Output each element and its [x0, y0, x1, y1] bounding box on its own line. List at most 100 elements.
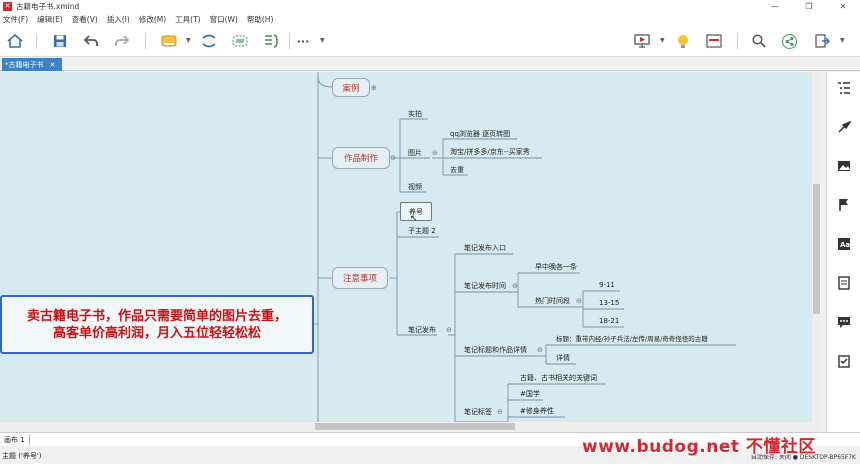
- right-side-panel: Aa: [826, 72, 860, 432]
- document-tab-bar: *古籍电子书 ✕: [0, 57, 860, 71]
- topic-case-label: 案例: [342, 83, 360, 94]
- horizontal-scrollbar[interactable]: [0, 422, 821, 431]
- save-icon[interactable]: [51, 32, 69, 50]
- relationship-icon[interactable]: [200, 32, 218, 50]
- presentation-dropdown-icon[interactable]: ▼: [660, 37, 665, 44]
- image-child-3[interactable]: 去重: [450, 166, 464, 175]
- menu-view[interactable]: 查看(V): [72, 14, 98, 25]
- collapse-toggle-icon[interactable]: ⊖: [390, 154, 396, 162]
- window-controls: — ❐ ✕: [758, 0, 860, 13]
- search-icon[interactable]: [750, 32, 768, 50]
- topic-works[interactable]: 作品制作: [332, 147, 390, 169]
- menu-help[interactable]: 帮助(H): [247, 14, 274, 25]
- sheet-tab-label: 画布 1: [4, 436, 25, 444]
- topic-notes[interactable]: 注意事项: [332, 267, 388, 289]
- minimize-button[interactable]: —: [758, 0, 792, 13]
- image-child-2[interactable]: 淘宝/拼多多/京东--买家秀: [450, 148, 530, 157]
- tab-document-label: *古籍电子书: [5, 60, 44, 69]
- home-icon[interactable]: [6, 32, 24, 50]
- time-hot[interactable]: 热门时间段: [535, 297, 570, 306]
- menu-file[interactable]: 文件(F): [3, 14, 28, 25]
- notes-icon[interactable]: [836, 275, 852, 291]
- xmind-logo-icon: ✕: [3, 2, 12, 11]
- tag-guoxue[interactable]: #国学: [520, 390, 540, 399]
- collapse-toggle-icon[interactable]: ⊖: [537, 346, 543, 354]
- tag-xiushen[interactable]: #修身养性: [520, 407, 554, 416]
- title-detail[interactable]: 详情: [556, 354, 570, 363]
- title-text[interactable]: 标题：重带内经/孙子兵法/左传/周易/奇奇怪怪的古籍: [556, 335, 708, 344]
- comment-icon[interactable]: [836, 314, 852, 330]
- publish-entry[interactable]: 笔记发布入口: [464, 244, 506, 253]
- toolbar: ▼ ··· ▼ ▼ ▼: [0, 26, 860, 57]
- vertical-scrollbar[interactable]: [812, 72, 821, 422]
- promo-banner: 卖古籍电子书，作品只需要简单的图片去重， 高客单价高利润，月入五位轻轻松松: [0, 295, 314, 354]
- text-style-icon[interactable]: Aa: [836, 236, 852, 252]
- mouse-cursor-icon: ↖: [410, 214, 418, 224]
- marker-flag-icon[interactable]: [836, 197, 852, 213]
- image-child-1[interactable]: qq浏览器 逐页转图: [450, 130, 510, 139]
- collapse-toggle-icon[interactable]: ⊖: [576, 297, 582, 305]
- subtopic-publish[interactable]: 笔记发布: [408, 326, 436, 335]
- maximize-button[interactable]: ❐: [792, 0, 826, 13]
- title-bar: ✕ 古籍电子书.xmind — ❐ ✕: [0, 0, 860, 13]
- topic-style-dropdown-icon[interactable]: ▼: [186, 37, 191, 44]
- image-icon[interactable]: [836, 158, 852, 174]
- subtopic-2[interactable]: 子主题 2: [408, 227, 436, 236]
- more-dropdown-icon[interactable]: ▼: [320, 37, 325, 44]
- collapse-toggle-icon[interactable]: ⊖: [512, 282, 518, 290]
- topic-style-icon[interactable]: [160, 32, 178, 50]
- banner-line-2: 高客单价高利润，月入五位轻轻松松: [52, 325, 261, 341]
- tag-keywords[interactable]: 古籍、古书相关的关键词: [520, 374, 597, 383]
- subtopic-shoot[interactable]: 实拍: [408, 110, 422, 119]
- banner-line-1: 卖古籍电子书，作品只需要简单的图片去重，: [26, 308, 287, 324]
- window-title: 古籍电子书.xmind: [16, 2, 80, 11]
- outline-icon[interactable]: [836, 80, 852, 96]
- watermark-text: www.budog.net 不懂社区: [582, 437, 816, 457]
- subtopic-image[interactable]: 图片: [408, 149, 422, 158]
- svg-text:Aa: Aa: [840, 241, 850, 249]
- summary-icon[interactable]: [262, 32, 280, 50]
- publish-time[interactable]: 笔记发布时间: [464, 282, 506, 291]
- menu-edit[interactable]: 编辑(E): [37, 14, 63, 25]
- idea-icon[interactable]: [674, 32, 692, 50]
- export-icon[interactable]: [813, 32, 831, 50]
- menu-modify[interactable]: 修改(M): [139, 14, 166, 25]
- vertical-scroll-thumb[interactable]: [813, 184, 820, 314]
- menu-tools[interactable]: 工具(T): [175, 14, 200, 25]
- collapse-toggle-icon[interactable]: ⊖: [432, 149, 438, 157]
- layout-icon[interactable]: [705, 32, 723, 50]
- undo-icon[interactable]: [82, 32, 100, 50]
- close-window-button[interactable]: ✕: [826, 0, 860, 13]
- publish-tags[interactable]: 笔记标签: [464, 408, 492, 417]
- status-selected-topic: 主题 ('养号'): [2, 451, 42, 460]
- menu-insert[interactable]: 插入(I): [107, 14, 130, 25]
- connector-lines: [314, 72, 736, 422]
- tab-document[interactable]: *古籍电子书 ✕: [2, 58, 62, 71]
- presentation-icon[interactable]: [633, 32, 651, 50]
- collapse-toggle-icon[interactable]: ⊖: [497, 408, 503, 416]
- boundary-icon[interactable]: [231, 32, 249, 50]
- hot-time-2[interactable]: 13-15: [599, 299, 619, 308]
- menu-bar: 文件(F) 编辑(E) 查看(V) 插入(I) 修改(M) 工具(T) 窗口(W…: [0, 13, 860, 26]
- horizontal-scroll-thumb[interactable]: [315, 423, 515, 430]
- export-dropdown-icon[interactable]: ▼: [840, 37, 845, 44]
- menu-window[interactable]: 窗口(W): [210, 14, 238, 25]
- subtopic-video[interactable]: 视频: [408, 183, 422, 192]
- format-brush-icon[interactable]: [836, 119, 852, 135]
- sheet-tab[interactable]: 画布 1: [2, 434, 30, 446]
- share-icon[interactable]: [780, 32, 798, 50]
- collapse-toggle-icon[interactable]: ⊕: [371, 84, 377, 92]
- collapse-toggle-icon[interactable]: ⊖: [446, 326, 452, 334]
- topic-notes-label: 注意事项: [342, 274, 377, 284]
- hot-time-3[interactable]: 18-21: [599, 317, 619, 326]
- more-icon[interactable]: ···: [294, 32, 312, 50]
- mindmap-canvas[interactable]: 案例 ⊕ 作品制作 ⊖ 注意事项 实拍 图片 ⊖ 视频 qq浏览器 逐页转图 淘…: [0, 72, 812, 422]
- redo-icon[interactable]: [113, 32, 131, 50]
- hot-time-1[interactable]: 9-11: [599, 281, 615, 290]
- topic-case[interactable]: 案例: [332, 78, 370, 97]
- close-tab-icon[interactable]: ✕: [50, 61, 56, 69]
- publish-title[interactable]: 笔记标题和作品详情: [464, 346, 527, 355]
- task-icon[interactable]: [836, 353, 852, 369]
- time-daily[interactable]: 早中晚各一条: [535, 263, 577, 272]
- topic-works-label: 作品制作: [343, 154, 378, 164]
